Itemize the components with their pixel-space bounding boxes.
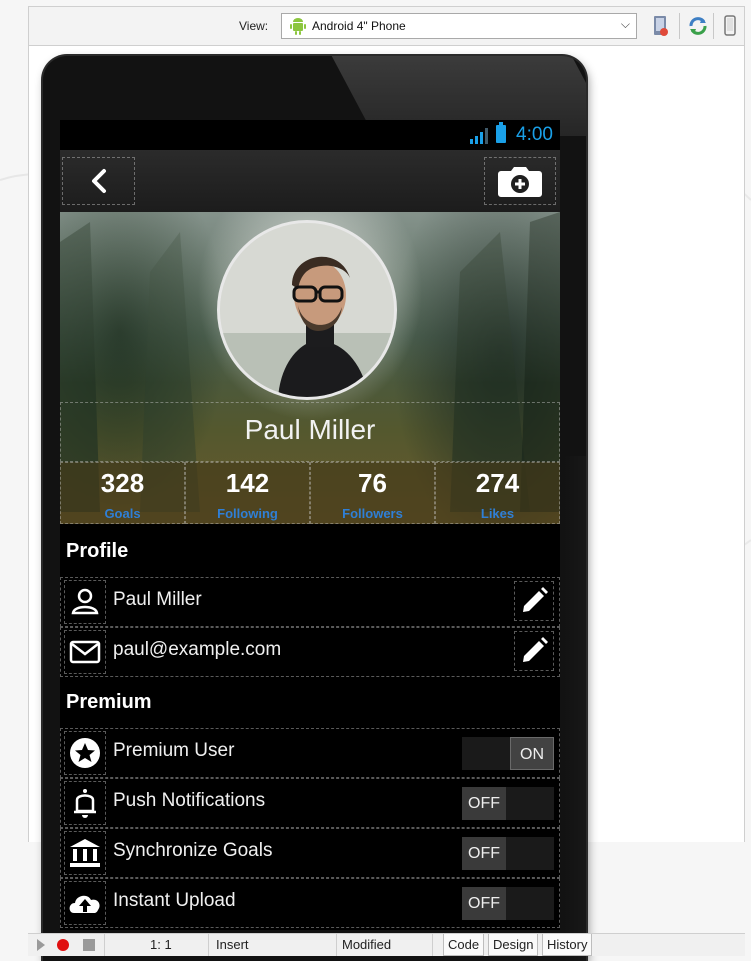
bank-icon xyxy=(64,831,106,875)
synchronize-goals-toggle[interactable]: OFF xyxy=(462,837,554,870)
section-title-profile: Profile xyxy=(66,540,129,562)
tab-code[interactable]: Code xyxy=(443,934,485,956)
editor-status-bar: 1: 1 Insert Modified Code Design History xyxy=(28,933,745,956)
cloud-upload-icon xyxy=(64,881,106,925)
tab-design[interactable]: Design xyxy=(488,934,539,956)
stat-value: 76 xyxy=(358,468,387,498)
name-row: Paul Miller xyxy=(60,402,560,462)
insert-mode: Insert xyxy=(216,937,249,952)
chevron-down-icon: ⌵ xyxy=(620,17,630,31)
signal-icon xyxy=(470,128,488,144)
modified-state: Modified xyxy=(342,937,392,952)
premium-row-instant-upload[interactable]: Instant Upload OFF xyxy=(60,878,560,928)
view-select[interactable]: Android 4" Phone ⌵ xyxy=(281,13,637,39)
stop-icon[interactable] xyxy=(82,938,96,952)
profile-email-value: paul@example.com xyxy=(113,639,282,660)
status-time: 4:00 xyxy=(516,124,553,145)
stat-following[interactable]: 142 Following xyxy=(185,462,310,524)
premium-user-toggle[interactable]: ON xyxy=(462,737,554,770)
profile-row-name[interactable]: Paul Miller xyxy=(60,577,560,627)
star-icon xyxy=(64,731,106,775)
camera-add-icon xyxy=(498,167,542,197)
profile-header: Paul Miller 328 Goals 142 Following 76 F… xyxy=(60,212,560,524)
pencil-icon xyxy=(523,637,548,662)
status-separator xyxy=(432,934,433,956)
profile-name-value: Paul Miller xyxy=(113,589,202,610)
toggle-state: OFF xyxy=(462,887,506,920)
battery-icon xyxy=(496,122,506,143)
push-notifications-toggle[interactable]: OFF xyxy=(462,787,554,820)
stat-value: 142 xyxy=(225,468,270,498)
record-icon[interactable] xyxy=(56,938,70,952)
status-bar: 4:00 xyxy=(60,120,560,150)
toggle-state: OFF xyxy=(462,787,506,820)
phone-screen: 4:00 Paul Miller 328 Goals 142 Following… xyxy=(60,120,560,930)
pencil-icon xyxy=(523,587,548,612)
designer-toolbar: View: Android 4" Phone ⌵ xyxy=(28,6,745,46)
view-label: View: xyxy=(239,19,269,33)
toolbar-separator xyxy=(713,13,714,39)
view-select-value: Android 4" Phone xyxy=(312,19,406,33)
tab-history[interactable]: History xyxy=(542,934,593,956)
play-icon[interactable] xyxy=(36,938,46,952)
premium-user-label: Premium User xyxy=(113,740,235,761)
edit-email-button[interactable] xyxy=(514,631,554,671)
stat-value: 328 xyxy=(100,468,145,498)
phone-outline-icon[interactable] xyxy=(719,14,741,38)
stat-value: 274 xyxy=(475,468,520,498)
avatar-portrait xyxy=(220,223,394,397)
stat-followers[interactable]: 76 Followers xyxy=(310,462,435,524)
refresh-icon[interactable] xyxy=(687,14,709,38)
stat-likes[interactable]: 274 Likes xyxy=(435,462,560,524)
stat-label: Following xyxy=(217,506,278,521)
device-icon[interactable] xyxy=(649,14,671,38)
synchronize-goals-label: Synchronize Goals xyxy=(113,840,273,861)
bell-icon xyxy=(64,781,106,825)
edit-name-button[interactable] xyxy=(514,581,554,621)
section-title-premium: Premium xyxy=(66,691,152,713)
premium-row-synchronize-goals[interactable]: Synchronize Goals OFF xyxy=(60,828,560,878)
android-icon xyxy=(290,18,306,35)
profile-name: Paul Miller xyxy=(244,414,376,445)
back-button[interactable] xyxy=(62,157,135,205)
person-icon xyxy=(64,580,106,624)
premium-row-push-notifications[interactable]: Push Notifications OFF xyxy=(60,778,560,828)
chevron-left-icon xyxy=(92,169,106,193)
profile-row-email[interactable]: paul@example.com xyxy=(60,627,560,677)
stat-goals[interactable]: 328 Goals xyxy=(60,462,185,524)
instant-upload-label: Instant Upload xyxy=(113,890,236,911)
status-separator xyxy=(336,934,337,956)
toggle-state: OFF xyxy=(462,837,506,870)
stat-label: Goals xyxy=(104,506,141,521)
status-separator xyxy=(208,934,209,956)
toolbar-separator xyxy=(679,13,680,39)
status-separator xyxy=(104,934,105,956)
toggle-state: ON xyxy=(510,737,554,770)
stats-bar: 328 Goals 142 Following 76 Followers 274… xyxy=(60,462,560,524)
push-notifications-label: Push Notifications xyxy=(113,790,266,811)
phone-edge-highlight xyxy=(563,456,586,961)
camera-button[interactable] xyxy=(484,157,556,205)
cursor-position: 1: 1 xyxy=(150,937,172,952)
stat-label: Followers xyxy=(342,506,403,521)
instant-upload-toggle[interactable]: OFF xyxy=(462,887,554,920)
stat-label: Likes xyxy=(480,506,515,521)
action-bar xyxy=(60,150,560,212)
premium-row-premium-user[interactable]: Premium User ON xyxy=(60,728,560,778)
mail-icon xyxy=(64,630,106,674)
avatar[interactable] xyxy=(217,220,397,400)
